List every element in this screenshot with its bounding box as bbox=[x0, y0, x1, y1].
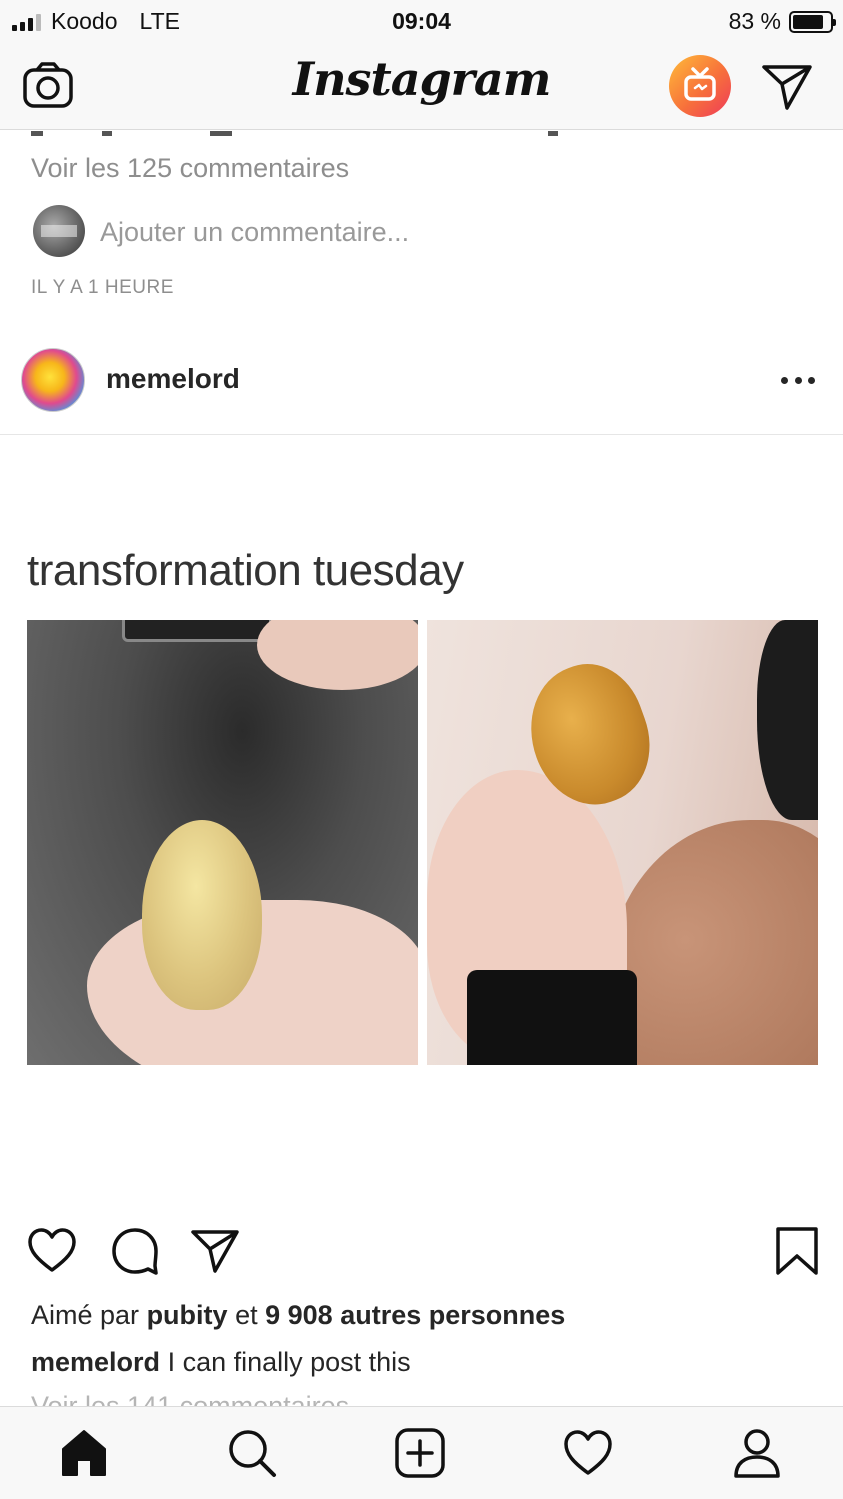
nugget-photo bbox=[427, 620, 818, 1065]
activity-heart-icon[interactable] bbox=[562, 1427, 614, 1479]
avatar bbox=[33, 205, 85, 257]
post-author-avatar[interactable] bbox=[21, 348, 85, 412]
add-comment-input[interactable]: Ajouter un commentaire... bbox=[100, 217, 409, 248]
previous-post-footer: Voir les 125 commentaires Ajouter un com… bbox=[0, 131, 843, 321]
home-icon[interactable] bbox=[58, 1427, 110, 1479]
post-action-bar bbox=[0, 1206, 843, 1296]
clipped-caption-fragment bbox=[0, 131, 843, 139]
clock: 09:04 bbox=[392, 8, 451, 34]
likes-conjunction: et bbox=[235, 1300, 258, 1330]
likes-prefix: Aimé par bbox=[31, 1300, 140, 1330]
comment-icon[interactable] bbox=[110, 1226, 160, 1276]
search-icon[interactable] bbox=[226, 1427, 278, 1479]
top-nav-bar: Instagram bbox=[0, 44, 843, 130]
new-post-icon[interactable] bbox=[394, 1427, 446, 1479]
status-right: 83 % bbox=[728, 8, 836, 35]
post-timestamp: IL Y A 1 HEURE bbox=[31, 277, 174, 298]
post-image[interactable]: transformation tuesday bbox=[0, 436, 843, 1206]
likes-summary[interactable]: Aimé par pubity et 9 908 autres personne… bbox=[31, 1300, 565, 1331]
caption-username[interactable]: memelord bbox=[31, 1347, 160, 1377]
view-all-comments-link[interactable]: Voir les 141 commentaires bbox=[31, 1392, 349, 1406]
heart-icon[interactable] bbox=[27, 1226, 77, 1276]
bookmark-icon[interactable] bbox=[772, 1226, 822, 1276]
share-icon[interactable] bbox=[190, 1226, 240, 1276]
caption-text: I can finally post this bbox=[167, 1347, 411, 1377]
profile-icon[interactable] bbox=[731, 1427, 783, 1479]
liker-username[interactable]: pubity bbox=[147, 1300, 228, 1330]
more-options-icon[interactable] bbox=[781, 374, 815, 386]
meme-caption-text: transformation tuesday bbox=[27, 546, 464, 595]
likes-count[interactable]: 9 908 autres personnes bbox=[265, 1300, 565, 1330]
chick-photo bbox=[27, 620, 418, 1065]
igtv-icon[interactable] bbox=[669, 55, 731, 117]
post-caption: memelord I can finally post this bbox=[31, 1347, 411, 1378]
battery-percent: 83 % bbox=[728, 8, 781, 34]
battery-icon bbox=[789, 10, 836, 33]
post-header: memelord bbox=[0, 321, 843, 435]
view-comments-link[interactable]: Voir les 125 commentaires bbox=[31, 153, 349, 184]
bottom-tab-bar bbox=[0, 1406, 843, 1499]
status-bar: Koodo LTE 09:04 83 % bbox=[0, 0, 843, 44]
post-username[interactable]: memelord bbox=[106, 363, 240, 395]
direct-send-icon[interactable] bbox=[760, 60, 814, 114]
